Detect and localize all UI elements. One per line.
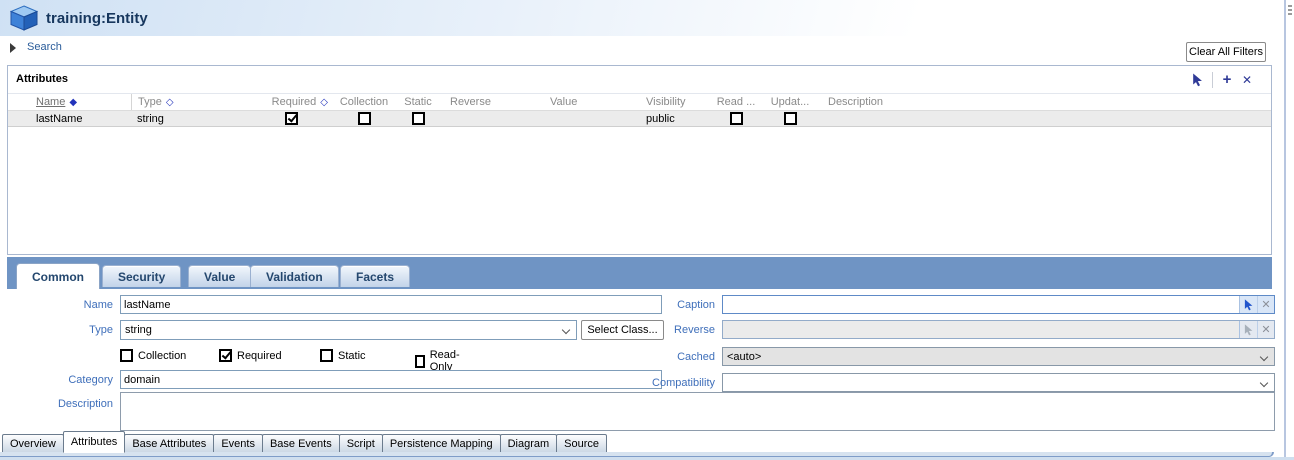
- caption-picker-arrow-icon[interactable]: [1240, 296, 1257, 313]
- sort-diamond-filled-icon: ◆: [69, 97, 77, 108]
- cached-dropdown[interactable]: <auto>: [722, 347, 1275, 366]
- column-header-read-only[interactable]: Read ...: [708, 94, 764, 110]
- updatable-checkbox[interactable]: [784, 112, 797, 125]
- tab-base-attributes[interactable]: Base Attributes: [124, 434, 214, 453]
- column-header-required[interactable]: Required ◇: [249, 94, 334, 110]
- attributes-toolbar: + ✕: [1188, 70, 1257, 90]
- attribute-row[interactable]: lastName string public: [8, 110, 1271, 127]
- reverse-picker-arrow-icon: [1240, 321, 1257, 338]
- cell-read-only[interactable]: [708, 111, 764, 126]
- collapsed-panel-grip-icon[interactable]: [1288, 5, 1292, 15]
- search-expander[interactable]: Search: [27, 41, 62, 53]
- static-checkbox[interactable]: [412, 112, 425, 125]
- tab-source[interactable]: Source: [556, 434, 607, 453]
- column-header-static[interactable]: Static: [394, 94, 442, 110]
- sort-diamond-icon: ◇: [320, 97, 328, 108]
- chevron-down-icon: [1260, 353, 1268, 361]
- static-checkbox[interactable]: [320, 349, 333, 362]
- tab-diagram[interactable]: Diagram: [500, 434, 558, 453]
- cell-name: lastName: [8, 111, 131, 126]
- cached-label: Cached: [610, 351, 715, 363]
- caption-field[interactable]: ✕: [722, 295, 1275, 314]
- cell-required[interactable]: [249, 111, 334, 126]
- common-tab-form: Name Type string Select Class... Collect…: [7, 289, 1272, 433]
- name-label: Name: [13, 299, 113, 311]
- cell-description: [816, 111, 1271, 126]
- tab-script[interactable]: Script: [339, 434, 383, 453]
- tab-attributes[interactable]: Attributes: [63, 431, 125, 453]
- tab-security[interactable]: Security: [102, 265, 181, 287]
- cell-updatable[interactable]: [764, 111, 816, 126]
- type-label: Type: [13, 324, 113, 336]
- bottom-tabbar: Overview Attributes Base Attributes Even…: [0, 431, 1274, 453]
- category-label: Category: [13, 374, 113, 386]
- cell-type: string: [131, 111, 249, 126]
- cell-visibility: public: [630, 111, 708, 126]
- chevron-down-icon: [562, 326, 570, 334]
- cell-reverse: [442, 111, 534, 126]
- name-field[interactable]: [120, 295, 662, 314]
- attributes-panel-titlebar: Attributes + ✕: [8, 66, 1271, 94]
- right-splitter[interactable]: [1284, 0, 1286, 457]
- reverse-field: ✕: [722, 320, 1275, 339]
- column-header-description[interactable]: Description: [816, 94, 1271, 110]
- required-checkbox[interactable]: [285, 112, 298, 125]
- tab-facets[interactable]: Facets: [340, 265, 410, 287]
- read-only-checkbox[interactable]: [730, 112, 743, 125]
- compatibility-dropdown[interactable]: [722, 373, 1275, 392]
- attributes-panel: Attributes + ✕ Name ◆ Type ◇ Required ◇ …: [7, 65, 1272, 255]
- static-flag[interactable]: Static: [320, 349, 366, 362]
- caption-label: Caption: [610, 299, 715, 311]
- collection-checkbox[interactable]: [358, 112, 371, 125]
- read-only-checkbox[interactable]: [415, 355, 425, 368]
- reverse-clear-icon: ✕: [1257, 321, 1274, 338]
- column-header-value[interactable]: Value: [534, 94, 630, 110]
- column-header-reverse[interactable]: Reverse: [442, 94, 534, 110]
- caption-clear-icon[interactable]: ✕: [1257, 296, 1274, 313]
- attributes-grid-header: Name ◆ Type ◇ Required ◇ Collection Stat…: [8, 94, 1271, 110]
- column-header-type[interactable]: Type ◇: [131, 94, 249, 110]
- category-field[interactable]: [120, 370, 662, 389]
- description-field[interactable]: [120, 392, 1275, 431]
- tab-base-events[interactable]: Base Events: [262, 434, 340, 453]
- entity-cube-icon: [10, 5, 38, 31]
- cell-collection[interactable]: [334, 111, 394, 126]
- tab-persistence-mapping[interactable]: Persistence Mapping: [382, 434, 501, 453]
- page-header: training:Entity: [0, 0, 1274, 36]
- tab-value[interactable]: Value: [188, 265, 251, 287]
- delete-attribute-icon[interactable]: ✕: [1237, 71, 1257, 89]
- required-checkbox[interactable]: [219, 349, 232, 362]
- tab-common[interactable]: Common: [16, 263, 100, 289]
- reverse-label: Reverse: [610, 324, 715, 336]
- page-title: training:Entity: [46, 10, 148, 27]
- attributes-panel-title: Attributes: [16, 73, 68, 85]
- type-dropdown[interactable]: string: [120, 320, 577, 340]
- cell-static[interactable]: [394, 111, 442, 126]
- column-header-updatable[interactable]: Updat...: [764, 94, 816, 110]
- expander-triangle-icon[interactable]: [10, 43, 16, 53]
- search-section: Search Clear All Filters: [0, 36, 1274, 65]
- tab-events[interactable]: Events: [213, 434, 263, 453]
- column-header-collection[interactable]: Collection: [334, 94, 394, 110]
- collection-flag[interactable]: Collection: [120, 349, 186, 362]
- column-header-visibility[interactable]: Visibility: [630, 94, 708, 110]
- tab-overview[interactable]: Overview: [2, 434, 64, 453]
- detail-tabstrip: Common Security Value Validation Facets: [7, 257, 1272, 289]
- collection-checkbox[interactable]: [120, 349, 133, 362]
- description-label: Description: [13, 398, 113, 410]
- required-flag[interactable]: Required: [219, 349, 282, 362]
- chevron-down-icon: [1260, 379, 1268, 387]
- sort-diamond-icon: ◇: [166, 97, 174, 108]
- select-arrow-icon[interactable]: [1188, 71, 1208, 89]
- toolbar-separator: [1212, 72, 1213, 88]
- tab-validation[interactable]: Validation: [250, 265, 339, 287]
- add-attribute-icon[interactable]: +: [1217, 71, 1237, 89]
- column-header-name[interactable]: Name ◆: [8, 94, 131, 110]
- compatibility-label: Compatibility: [610, 377, 715, 389]
- cell-value: [534, 111, 630, 126]
- clear-all-filters-button[interactable]: Clear All Filters: [1186, 42, 1266, 62]
